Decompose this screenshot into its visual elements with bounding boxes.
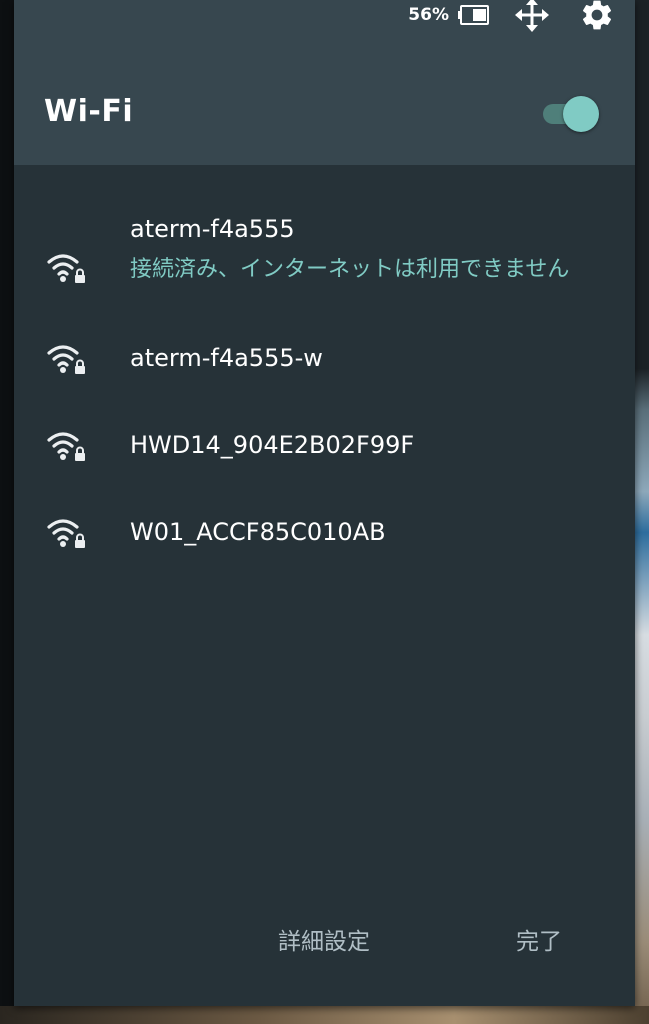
network-item[interactable]: HWD14_904E2B02F99F [14, 410, 635, 490]
wifi-locked-icon [47, 519, 85, 548]
network-ssid: HWD14_904E2B02F99F [130, 431, 415, 459]
gear-icon[interactable] [579, 0, 615, 33]
screen: 56% Wi-Fi aterm-f4a555 接続済み、インターネットは利用でき… [0, 0, 649, 1024]
status-row: 56% [408, 0, 615, 33]
network-item[interactable]: W01_ACCF85C010AB [14, 497, 635, 577]
advanced-settings-button[interactable]: 詳細設定 [278, 922, 370, 956]
wifi-locked-icon [47, 254, 85, 283]
wifi-quick-settings-panel: 56% Wi-Fi aterm-f4a555 接続済み、インターネットは利用でき… [14, 0, 635, 1006]
network-item[interactable]: aterm-f4a555-w [14, 323, 635, 403]
toggle-thumb [563, 96, 599, 132]
network-ssid: aterm-f4a555-w [130, 344, 323, 372]
wifi-locked-icon [47, 345, 85, 374]
done-button[interactable]: 完了 [516, 922, 562, 956]
panel-header: 56% Wi-Fi [14, 0, 635, 165]
battery-icon [458, 5, 489, 25]
battery-percent: 56% [408, 5, 449, 25]
wifi-locked-icon [47, 432, 85, 461]
wifi-title: Wi-Fi [44, 94, 134, 129]
network-status: 接続済み、インターネットは利用できません [130, 257, 570, 282]
wifi-toggle[interactable] [541, 96, 599, 132]
background-left [0, 0, 14, 1024]
network-ssid: W01_ACCF85C010AB [130, 518, 386, 546]
background-bottom [0, 1006, 649, 1024]
network-ssid: aterm-f4a555 [130, 215, 295, 243]
network-item[interactable]: aterm-f4a555 接続済み、インターネットは利用できません [14, 205, 635, 315]
move-icon[interactable] [515, 0, 549, 32]
